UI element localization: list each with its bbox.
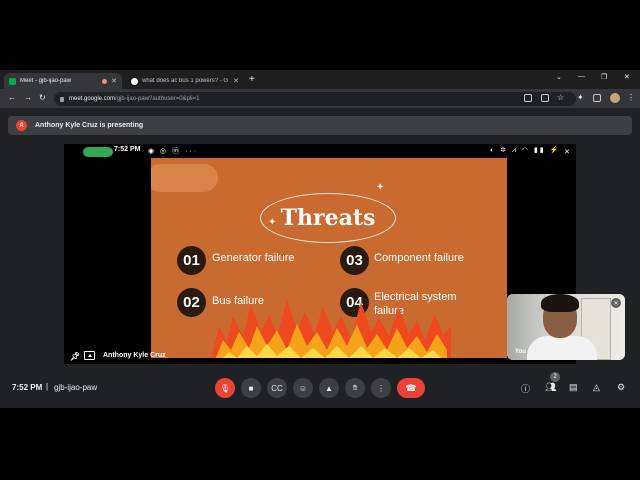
more-icon: ⋮ <box>377 383 385 393</box>
self-label: You <box>515 349 526 355</box>
lock-icon <box>60 96 64 102</box>
mic-off-icon: 🎙︎ <box>219 383 231 393</box>
more-options-button[interactable]: ⋮ <box>371 378 391 398</box>
end-call-icon: ☎︎ <box>405 382 417 393</box>
presenting-icon <box>84 351 95 360</box>
meet-favicon-icon <box>9 77 16 85</box>
cast-icon[interactable] <box>524 94 532 102</box>
new-tab-button[interactable]: + <box>249 73 255 87</box>
raise-hand-icon: ✋︎ <box>352 383 358 392</box>
tab-strip: Meet - gjb-ijao-paw ✕ what does ac bus 1… <box>0 70 640 89</box>
raise-hand-button[interactable]: ✋︎ <box>345 378 365 398</box>
people-count-badge: 2 <box>550 372 560 382</box>
captions-button[interactable]: CC <box>267 378 287 398</box>
video-person-body <box>527 336 597 360</box>
present-button[interactable]: ▲ <box>319 378 339 398</box>
sidepanel-icon[interactable] <box>593 94 601 102</box>
meeting-time: 7:52 PM <box>12 383 43 392</box>
share-icon[interactable] <box>541 94 549 102</box>
phone-system-icons: ◐ ✲ ⩘ ◠ ▮▮ ⚡ <box>490 147 561 154</box>
self-video-tile[interactable]: You ✕ <box>507 294 625 360</box>
tab-search[interactable]: what does ac bus 1 powers? - G ✕ <box>126 73 244 89</box>
presenting-banner: A Anthony Kyle Cruz is presenting <box>8 116 632 135</box>
camera-icon: ■ <box>248 383 254 393</box>
item-label: Generator failure <box>212 252 295 264</box>
maximize-icon[interactable]: ❐ <box>601 73 607 81</box>
phone-notification-icons: ◉ ◎ ⓜ ··· <box>148 148 199 155</box>
emoji-icon: ☺ <box>298 383 308 393</box>
item-label: Component failure <box>374 252 464 264</box>
emoji-button[interactable]: ☺ <box>293 378 313 398</box>
chat-icon[interactable]: ▤ <box>569 382 578 393</box>
profile-avatar[interactable] <box>610 93 620 103</box>
info-icon[interactable]: ⓘ <box>521 382 530 395</box>
presenter-name: Anthony Kyle Cruz <box>103 352 166 359</box>
slide-decorative-pill <box>151 164 218 192</box>
back-icon[interactable]: ← <box>8 93 16 102</box>
item-number: 01 <box>177 246 206 275</box>
close-window-icon[interactable]: ✕ <box>624 73 630 81</box>
forward-icon[interactable]: → <box>24 93 32 102</box>
muted-mic-icon: ✕ <box>564 149 570 156</box>
minimize-icon[interactable]: — <box>578 73 585 80</box>
video-person-hair <box>541 294 579 312</box>
tab-title: Meet - gjb-ijao-paw <box>20 78 72 84</box>
extensions-icon[interactable]: ✦ <box>577 93 584 102</box>
mic-active-pill-icon <box>83 147 113 157</box>
end-call-button[interactable]: ☎︎ <box>397 378 425 398</box>
close-tab-icon[interactable]: ✕ <box>233 77 239 85</box>
browser-toolbar: ← → ↻ meet.google.com /gjb-ijao-paw?auth… <box>0 89 640 108</box>
tab-title: what does ac bus 1 powers? - G <box>142 78 229 84</box>
url-host: meet.google.com <box>69 96 116 102</box>
item-number: 03 <box>340 246 369 275</box>
meeting-separator: | <box>46 382 49 391</box>
presenting-text: Anthony Kyle Cruz is presenting <box>35 122 144 129</box>
camera-button[interactable]: ■ <box>241 378 261 398</box>
present-icon: ▲ <box>325 383 333 393</box>
address-bar[interactable]: meet.google.com /gjb-ijao-paw?authuser=0… <box>54 92 576 106</box>
captions-icon: CC <box>271 383 283 393</box>
presentation-slide: ✦ ✦ Threats 01 Generator failure 02 Bus … <box>151 158 507 358</box>
bookmark-star-icon[interactable]: ☆ <box>557 93 564 102</box>
sparkle-icon: ✦ <box>376 182 385 193</box>
people-icon[interactable]: 👥︎ <box>545 382 556 393</box>
screen: Meet - gjb-ijao-paw ✕ what does ac bus 1… <box>0 70 640 408</box>
title-oval: Threats <box>260 193 396 243</box>
menu-kebab-icon[interactable]: ⋮ <box>627 93 635 102</box>
share-caption: 📌︎ Anthony Kyle Cruz <box>70 351 166 361</box>
google-favicon-icon <box>131 77 138 85</box>
slide-title: Threats <box>280 205 376 231</box>
tab-search-chevron-icon[interactable]: ⌄ <box>556 73 562 81</box>
meeting-code: gjb-ijao-paw <box>54 383 98 392</box>
host-controls-icon[interactable]: ⚙︎ <box>617 382 625 393</box>
presenter-avatar: A <box>16 120 27 131</box>
item-number: 02 <box>177 288 206 317</box>
shared-screen: 7:52 PM ◉ ◎ ⓜ ··· ◐ ✲ ⩘ ◠ ▮▮ ⚡ ✦ ✦ Threa… <box>64 144 576 364</box>
self-mic-off-icon: ✕ <box>611 298 621 308</box>
url-path: /gjb-ijao-paw?authuser=0&pli=1 <box>115 96 200 102</box>
activities-icon[interactable]: ◬ <box>593 382 600 393</box>
mic-off-button[interactable]: 🎙︎ <box>215 378 235 398</box>
tab-meet[interactable]: Meet - gjb-ijao-paw ✕ <box>4 73 122 89</box>
pin-icon[interactable]: 📌︎ <box>70 352 80 361</box>
flames-illustration <box>211 300 451 358</box>
phone-time: 7:52 PM <box>114 146 141 153</box>
phone-status-bar: 7:52 PM ◉ ◎ ⓜ ··· ◐ ✲ ⩘ ◠ ▮▮ ⚡ <box>64 144 576 158</box>
close-tab-icon[interactable]: ✕ <box>111 77 117 85</box>
reload-icon[interactable]: ↻ <box>39 93 46 102</box>
recording-dot-icon <box>102 78 108 84</box>
